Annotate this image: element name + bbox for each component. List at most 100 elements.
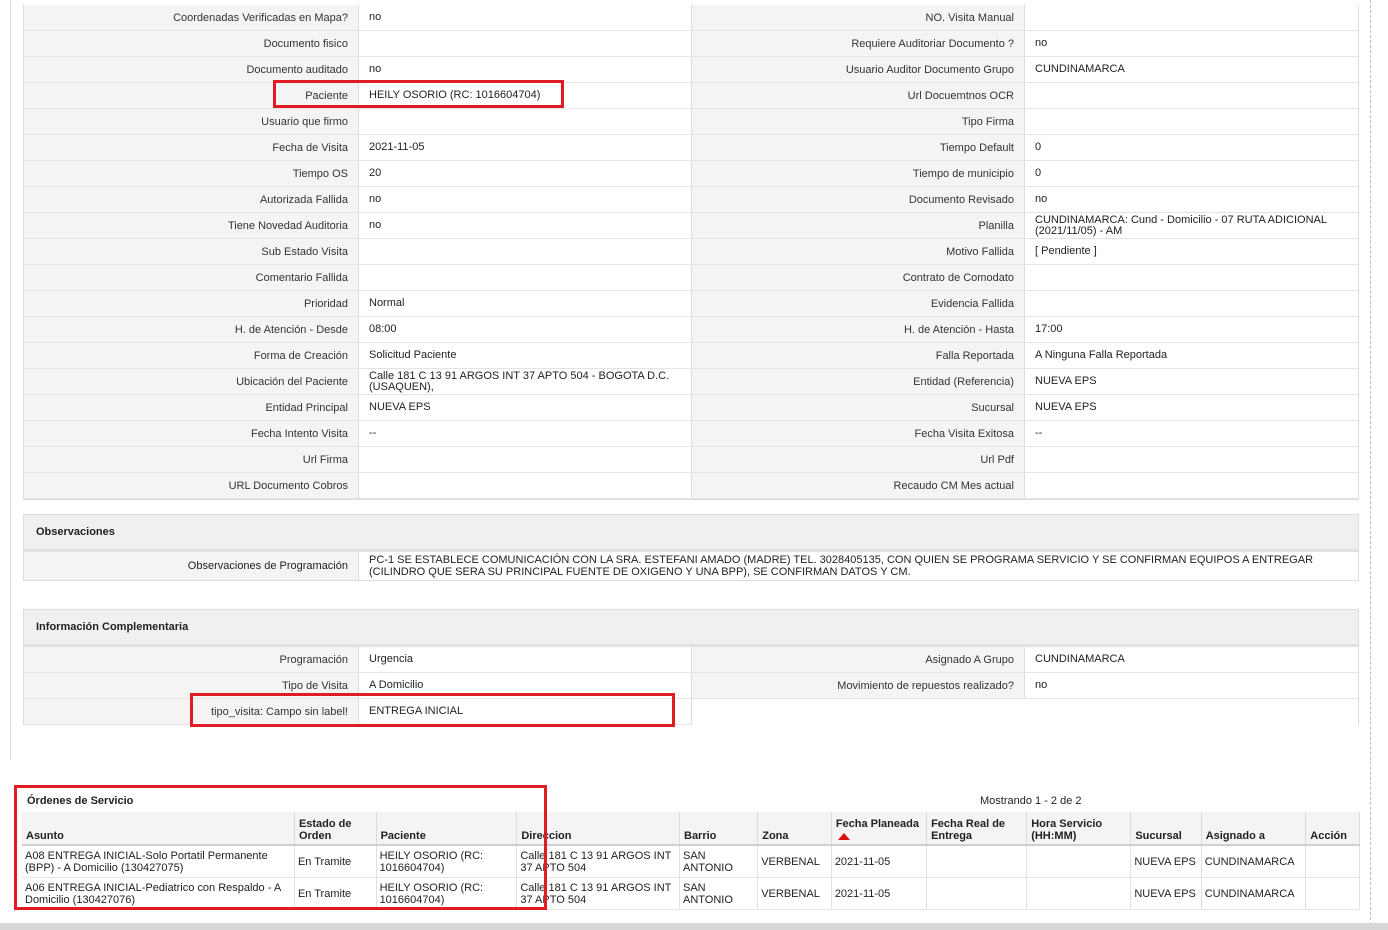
label-right: H. de Atención - Hasta [692, 317, 1025, 342]
orders-header-zona[interactable]: Zona [757, 812, 832, 846]
orders-header-label: Sucursal [1135, 830, 1182, 842]
value-right: A Ninguna Falla Reportada [1035, 349, 1168, 361]
table-cell: SAN ANTONIO [679, 845, 759, 878]
detail-row: Documento fisico Requiere Auditoriar Docu… [24, 31, 1358, 57]
observaciones-label: Observaciones de Programación [24, 552, 359, 580]
value-right: 0 [1035, 141, 1042, 153]
detail-row: H. de Atención - Desde 08:00 H. de Atenció… [24, 317, 1358, 343]
orders-header-label: Fecha Planeada [835, 818, 919, 830]
observaciones-row: Observaciones de Programación PC-1 SE ES… [24, 552, 1358, 580]
value-right: no [1035, 37, 1048, 49]
value-right [1025, 447, 1358, 472]
value-left: Calle 181 C 13 91 ARGOS INT 37 APTO 504 … [359, 369, 692, 394]
label-left: Programación [24, 647, 359, 672]
observaciones-title: Observaciones [24, 515, 1358, 552]
table-cell[interactable] [1305, 877, 1360, 910]
value-right: [ Pendiente ] [1035, 245, 1097, 257]
orders-header-label: Hora Servicio (HH:MM) [1031, 818, 1103, 842]
value-right [1025, 109, 1358, 134]
value-left [359, 447, 692, 472]
highlight-orders [14, 785, 547, 910]
label-left: H. de Atención - Desde [24, 317, 359, 342]
value-left [359, 473, 692, 498]
label-left: Ubicación del Paciente [24, 369, 359, 394]
value-right: no [1035, 193, 1048, 205]
info-complementaria-title: Información Complementaria [24, 610, 1358, 647]
value-left: -- [359, 421, 692, 446]
detail-row: URL Documento Cobros Recaudo CM Mes actua… [24, 473, 1358, 499]
value-left: 2021-11-05 [359, 135, 692, 160]
value-right: CUNDINAMARCA [1035, 63, 1125, 75]
value-left: Normal [359, 291, 692, 316]
detail-row: Coordenadas Verificadas en Mapa? no NO. Vi… [24, 5, 1358, 31]
table-cell [1026, 877, 1132, 910]
orders-header-acci-n[interactable]: Acción [1305, 812, 1360, 846]
value-left: 20 [359, 161, 692, 186]
label-left: URL Documento Cobros [24, 473, 359, 498]
label-right: Recaudo CM Mes actual [692, 473, 1025, 498]
info-row: Programación Urgencia Asignado A Grupo CUND… [24, 647, 1358, 673]
value-right: 17:00 [1035, 323, 1063, 335]
orders-header-label: Asignado a [1205, 830, 1265, 842]
table-cell[interactable] [1305, 845, 1360, 878]
value-right [1025, 5, 1358, 30]
orders-header-hora-servicio-hh-mm[interactable]: Hora Servicio (HH:MM) [1026, 812, 1132, 846]
label-right: Motivo Fallida [692, 239, 1025, 264]
table-cell: VERBENAL [757, 845, 832, 878]
table-cell: CUNDINAMARCA [1201, 845, 1307, 878]
value-left: no [359, 5, 692, 30]
detail-row: Documento auditado no Usuario Auditor Docu… [24, 57, 1358, 83]
label-right: Asignado A Grupo [692, 647, 1025, 672]
detail-row: Forma de Creación Solicitud Paciente Falla… [24, 343, 1358, 369]
label-left: Prioridad [24, 291, 359, 316]
detail-row: Prioridad Normal Evidencia Fallida [24, 291, 1358, 317]
sort-ascending-icon[interactable] [837, 832, 850, 840]
orders-header-barrio[interactable]: Barrio [679, 812, 759, 846]
detail-row: Ubicación del Paciente Calle 181 C 13 91 … [24, 369, 1358, 395]
label-left: Fecha Intento Visita [24, 421, 359, 446]
table-cell: VERBENAL [757, 877, 832, 910]
value-right [1025, 265, 1358, 290]
label-right: Planilla [692, 213, 1025, 238]
value-right: CUNDINAMARCA: Cund - Domicilio - 07 RUTA… [1035, 213, 1327, 237]
value-left: 08:00 [359, 317, 692, 342]
label-left: Tiempo OS [24, 161, 359, 186]
value-left: Solicitud Paciente [359, 343, 692, 368]
table-cell: 2021-11-05 [831, 845, 928, 878]
table-cell: CUNDINAMARCA [1201, 877, 1307, 910]
value-right [1025, 83, 1358, 108]
label-right: Requiere Auditoriar Documento ? [692, 31, 1025, 56]
label-left: Documento auditado [24, 57, 359, 82]
value-left: NUEVA EPS [359, 395, 692, 420]
orders-header-fecha-planeada[interactable]: Fecha Planeada [831, 812, 928, 846]
label-right: Url Pdf [692, 447, 1025, 472]
value-left: no [359, 187, 692, 212]
label-right: Usuario Auditor Documento Grupo [692, 57, 1025, 82]
orders-header-asignado-a[interactable]: Asignado a [1201, 812, 1307, 846]
value-right [1025, 473, 1358, 498]
label-right: Movimiento de repuestos realizado? [692, 673, 1025, 698]
right-frame-dashed-line [1370, 0, 1371, 930]
table-cell: NUEVA EPS [1130, 845, 1202, 878]
value-left: Urgencia [359, 647, 692, 672]
label-left: Usuario que firmo [24, 109, 359, 134]
value-left: no [359, 57, 692, 82]
table-cell: NUEVA EPS [1130, 877, 1202, 910]
highlight-tipo-visita [190, 693, 675, 727]
value-right: NUEVA EPS [1035, 401, 1097, 413]
table-cell [926, 877, 1028, 910]
label-left: Documento fisico [24, 31, 359, 56]
label-left: Comentario Fallida [24, 265, 359, 290]
label-left: Url Firma [24, 447, 359, 472]
label-left: Forma de Creación [24, 343, 359, 368]
value-left [359, 109, 692, 134]
detail-row: Autorizada Fallida no Documento Revisado no [24, 187, 1358, 213]
table-cell [1026, 845, 1132, 878]
table-cell [926, 845, 1028, 878]
value-left [359, 265, 692, 290]
detail-row: Url Firma Url Pdf [24, 447, 1358, 473]
orders-header-fecha-real-de-entrega[interactable]: Fecha Real de Entrega [926, 812, 1028, 846]
bottom-scrollbar[interactable] [0, 923, 1388, 930]
orders-header-sucursal[interactable]: Sucursal [1130, 812, 1202, 846]
left-frame-line [10, 0, 11, 760]
